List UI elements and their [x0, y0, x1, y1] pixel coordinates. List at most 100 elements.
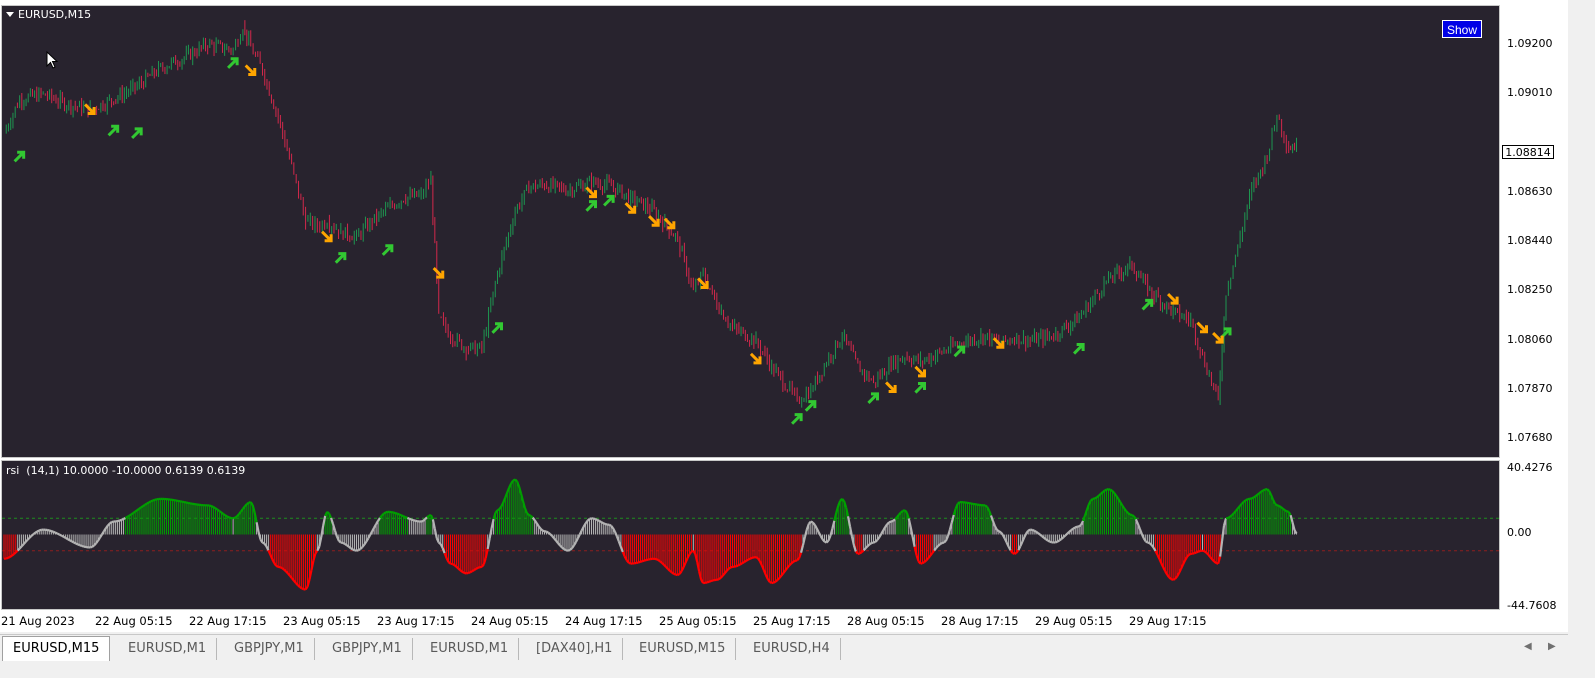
indicator-line-segment: [811, 521, 816, 526]
indicator-line-segment: [63, 535, 67, 539]
indicator-line-segment: [1096, 494, 1100, 499]
indicator-line-segment: [528, 514, 532, 517]
buy-arrow-icon: [107, 124, 120, 137]
chart-tab[interactable]: EURUSD,H4: [743, 638, 841, 660]
chart-tab[interactable]: EURUSD,M1: [420, 638, 520, 660]
indicator-axis-label: 0.00: [1507, 526, 1532, 540]
chart-tab[interactable]: EURUSD,M15: [629, 638, 737, 660]
indicator-line-segment: [1220, 525, 1226, 542]
symbol-title[interactable]: EURUSD,M15: [6, 8, 91, 21]
indicator-line-segment: [721, 572, 726, 577]
tab-scroll-right-icon[interactable]: ▶: [1548, 641, 1556, 652]
indicator-line-segment: [50, 530, 54, 533]
time-axis-label: 29 Aug 05:15: [1035, 614, 1113, 628]
candles-group: [5, 20, 1297, 408]
indicator-line-segment: [769, 581, 773, 585]
indicator-line-segment: [140, 505, 144, 509]
indicator-line-segment: [734, 565, 737, 568]
indicator-line-segment: [348, 545, 352, 550]
indicator-line-segment: [1148, 542, 1153, 546]
tab-scroll-left-icon[interactable]: ◀: [1524, 641, 1532, 652]
collapse-triangle-icon[interactable]: [6, 12, 14, 17]
indicator-line-segment: [38, 528, 42, 532]
indicator-line-segment: [488, 527, 493, 539]
chart-tab[interactable]: GBPJPY,M1: [224, 638, 315, 660]
indicator-line-segment: [776, 577, 781, 581]
indicator-line-segment: [1068, 529, 1073, 533]
indicator-line-segment: [1196, 550, 1199, 554]
indicator-line-segment: [602, 522, 606, 525]
indicator-line-segment: [1108, 488, 1111, 491]
indicator-line-segment: [5, 556, 9, 560]
indicator-line-segment: [730, 565, 733, 569]
indicator-line-segment: [866, 543, 871, 547]
indicator-line-segment: [77, 543, 81, 547]
indicator-line-segment: [56, 532, 61, 536]
indicator-line-segment: [659, 560, 663, 564]
chart-tab[interactable]: EURUSD,M1: [118, 638, 218, 660]
indicator-line-segment: [1203, 550, 1208, 554]
indicator-line-segment: [718, 576, 722, 581]
indicator-line-segment: [406, 516, 410, 520]
indicator-line-segment: [287, 572, 291, 577]
indicator-line-segment: [723, 570, 728, 575]
indicator-line-segment: [665, 566, 669, 570]
indicator-line-segment: [745, 558, 749, 562]
indicator-line-segment: [433, 528, 438, 539]
indicator-line-segment: [1129, 513, 1133, 517]
indicator-line-segment: [727, 566, 732, 570]
indicator-line-segment: [422, 518, 426, 522]
chart-area: EURUSD,M15 Show rsi (14,1) 10.0000 -10.0…: [0, 0, 1568, 632]
indicator-line-segment: [1227, 515, 1231, 519]
indicator-line-segment: [471, 569, 475, 573]
chart-tab[interactable]: EURUSD,M15: [2, 636, 111, 661]
indicator-line-segment: [1145, 540, 1149, 544]
indicator-line-segment: [749, 556, 753, 560]
time-axis-label: 28 Aug 05:15: [847, 614, 925, 628]
indicator-line-segment: [457, 567, 462, 572]
indicator-line-segment: [821, 538, 826, 543]
indicator-line-segment: [557, 542, 561, 547]
time-axis-label: 22 Aug 05:15: [95, 614, 173, 628]
price-chart-pane[interactable]: EURUSD,M15 Show: [1, 5, 1500, 458]
indicator-line-segment: [1111, 490, 1116, 494]
indicator-line-segment: [473, 567, 477, 572]
price-axis-label: 1.08060: [1507, 332, 1553, 346]
indicator-line-segment: [291, 577, 295, 582]
indicator-line-segment: [459, 569, 463, 573]
indicator-line-segment: [841, 498, 845, 502]
indicator-line-segment: [1039, 533, 1043, 537]
indicator-line-segment: [903, 509, 908, 514]
indicator-line-segment: [89, 545, 93, 549]
indicator-line-segment: [1236, 505, 1241, 510]
time-axis-label: 24 Aug 17:15: [565, 614, 643, 628]
indicator-line-segment: [1234, 507, 1239, 512]
indicator-line-segment: [1282, 507, 1286, 511]
indicator-svg: [2, 478, 1499, 591]
indicator-line-segment: [299, 586, 303, 590]
indicator-line-segment: [1131, 514, 1135, 518]
indicator-line-segment: [514, 478, 518, 483]
indicator-line-segment: [817, 531, 822, 537]
buy-arrow-icon: [585, 200, 597, 212]
chart-tab[interactable]: [DAX40],H1: [526, 638, 624, 660]
indicator-line-segment: [1035, 530, 1039, 534]
rsi-indicator-pane[interactable]: rsi (14,1) 10.0000 -10.0000 0.6139 0.613…: [1, 460, 1500, 610]
indicator-line-segment: [661, 562, 665, 566]
indicator-line-segment: [569, 547, 573, 551]
buy-arrow-icon: [603, 194, 615, 207]
indicator-line-segment: [32, 531, 37, 536]
indicator-line-segment: [737, 563, 741, 567]
indicator-line-segment: [604, 522, 608, 526]
indicator-line-segment: [1168, 576, 1172, 581]
indicator-line-segment: [212, 506, 217, 510]
chart-tab[interactable]: GBPJPY,M1: [322, 638, 413, 660]
indicator-line-segment: [61, 534, 65, 538]
indicator-line-segment: [790, 561, 794, 565]
indicator-line-segment: [257, 531, 262, 540]
indicator-line-segment: [786, 564, 791, 569]
indicator-line-segment: [900, 509, 904, 514]
show-button[interactable]: Show: [1442, 20, 1483, 38]
indicator-line-segment: [128, 513, 132, 517]
indicator-line-segment: [890, 519, 894, 523]
